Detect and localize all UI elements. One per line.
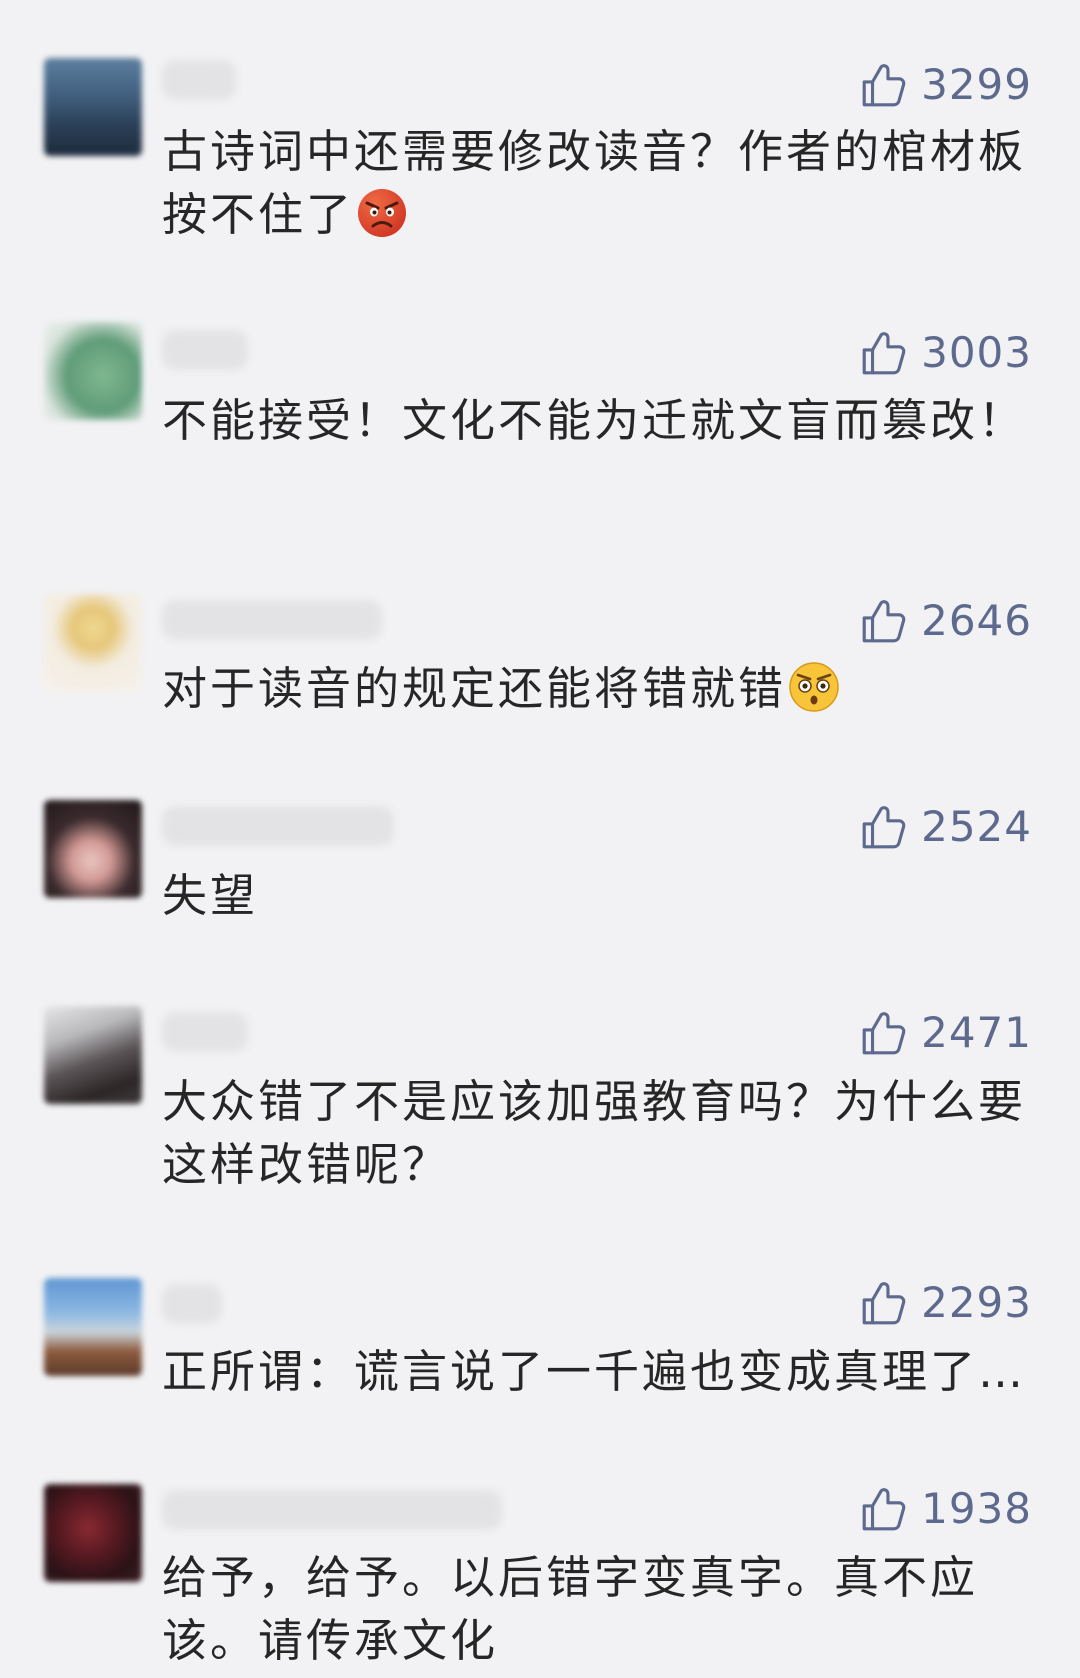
avatar[interactable] bbox=[44, 1278, 142, 1376]
thumbs-up-icon bbox=[862, 806, 906, 849]
username-blurred[interactable] bbox=[162, 600, 382, 640]
username-blurred[interactable] bbox=[162, 1012, 248, 1052]
comment-text: 大众错了不是应该加强教育吗？为什么要这样改错呢？ bbox=[162, 1070, 1038, 1196]
shocked-face-icon bbox=[789, 662, 839, 712]
like-count: 3003 bbox=[921, 328, 1032, 377]
thumbs-up-icon bbox=[862, 64, 906, 107]
like-button[interactable]: 3299 bbox=[859, 60, 1032, 110]
avatar[interactable] bbox=[44, 1006, 142, 1104]
like-button[interactable]: 2471 bbox=[859, 1008, 1032, 1058]
angry-face-icon bbox=[358, 189, 407, 237]
username-blurred[interactable] bbox=[162, 806, 394, 846]
comment-body: 失望 bbox=[162, 869, 259, 922]
username-blurred[interactable] bbox=[162, 1490, 502, 1530]
like-button[interactable]: 1938 bbox=[859, 1484, 1032, 1534]
comment-text: 不能接受！文化不能为迁就文盲而篡改！ bbox=[162, 389, 1038, 452]
comment-list: 3299 古诗词中还需要修改读音？作者的棺材板按不住了 3003 不能接受！文化… bbox=[0, 0, 1080, 1678]
thumbs-up-icon bbox=[862, 600, 906, 643]
username-blurred[interactable] bbox=[162, 330, 248, 370]
comment-text: 正所谓：谎言说了一千遍也变成真理了… bbox=[162, 1340, 1038, 1403]
comment-body: 不能接受！文化不能为迁就文盲而篡改！ bbox=[162, 394, 1027, 447]
avatar[interactable] bbox=[44, 58, 142, 156]
comment-text: 对于读音的规定还能将错就错 bbox=[162, 657, 1038, 720]
comment-body: 正所谓：谎言说了一千遍也变成真理了… bbox=[162, 1345, 1027, 1398]
avatar[interactable] bbox=[44, 594, 142, 692]
like-count: 2524 bbox=[921, 802, 1032, 851]
comment-body: 给予，给予。以后错字变真字。真不应该。请传承文化 bbox=[162, 1551, 979, 1667]
like-button[interactable]: 2524 bbox=[859, 802, 1032, 852]
comment-body: 大众错了不是应该加强教育吗？为什么要这样改错呢？ bbox=[162, 1075, 1027, 1191]
comment-text: 古诗词中还需要修改读音？作者的棺材板按不住了 bbox=[162, 120, 1038, 246]
comment-text: 给予，给予。以后错字变真字。真不应该。请传承文化 bbox=[162, 1546, 1038, 1672]
like-count: 2646 bbox=[921, 596, 1032, 645]
like-count: 3299 bbox=[921, 60, 1032, 109]
thumbs-up-icon bbox=[862, 1488, 906, 1531]
avatar[interactable] bbox=[44, 800, 142, 898]
like-button[interactable]: 2646 bbox=[859, 596, 1032, 646]
like-count: 2293 bbox=[921, 1278, 1032, 1327]
like-count: 2471 bbox=[921, 1008, 1032, 1057]
like-button[interactable]: 2293 bbox=[859, 1278, 1032, 1328]
thumbs-up-icon bbox=[862, 1282, 906, 1325]
comment-text: 失望 bbox=[162, 864, 1038, 927]
avatar[interactable] bbox=[44, 322, 142, 420]
thumbs-up-icon bbox=[862, 332, 906, 375]
like-button[interactable]: 3003 bbox=[859, 328, 1032, 378]
comment-body: 对于读音的规定还能将错就错 bbox=[162, 662, 787, 715]
comment-body: 古诗词中还需要修改读音？作者的棺材板按不住了 bbox=[162, 125, 1027, 241]
avatar[interactable] bbox=[44, 1484, 142, 1582]
like-count: 1938 bbox=[921, 1484, 1032, 1533]
thumbs-up-icon bbox=[862, 1012, 906, 1055]
username-blurred[interactable] bbox=[162, 1284, 222, 1324]
username-blurred[interactable] bbox=[162, 60, 236, 100]
